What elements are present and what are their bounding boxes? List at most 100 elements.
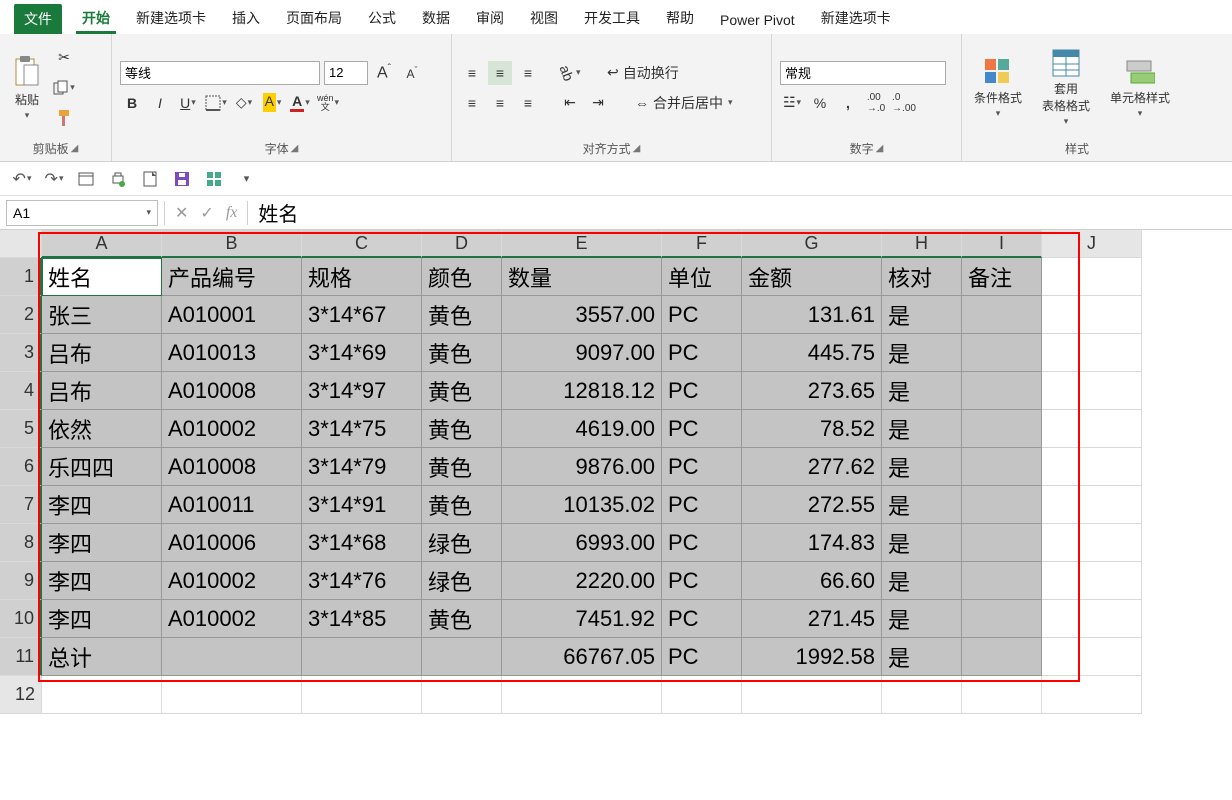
cell[interactable] — [962, 638, 1042, 676]
increase-font-button[interactable]: Aˆ — [372, 61, 396, 85]
cell[interactable]: 产品编号 — [162, 258, 302, 296]
cell[interactable] — [502, 676, 662, 714]
fx-button[interactable]: fx — [226, 204, 238, 222]
align-bottom-button[interactable]: ≡ — [516, 61, 540, 85]
formula-input[interactable]: 姓名 — [248, 198, 1232, 227]
cell[interactable] — [1042, 600, 1142, 638]
cell[interactable]: 12818.12 — [502, 372, 662, 410]
cell[interactable]: 黄色 — [422, 486, 502, 524]
underline-button[interactable]: U▾ — [176, 91, 200, 115]
row-header[interactable]: 2 — [0, 296, 42, 334]
align-center-button[interactable]: ≡ — [488, 91, 512, 115]
cell[interactable] — [1042, 676, 1142, 714]
highlight-button[interactable]: A▾ — [260, 91, 284, 115]
cell[interactable]: 445.75 — [742, 334, 882, 372]
cell[interactable]: 是 — [882, 372, 962, 410]
tab-newtab2[interactable]: 新建选项卡 — [815, 2, 897, 34]
cell[interactable]: 备注 — [962, 258, 1042, 296]
cell[interactable] — [962, 486, 1042, 524]
row-header[interactable]: 7 — [0, 486, 42, 524]
dialog-launcher-icon[interactable]: ◢ — [291, 143, 299, 154]
cell[interactable]: 3*14*76 — [302, 562, 422, 600]
tab-view[interactable]: 视图 — [524, 2, 564, 34]
cell[interactable]: 黄色 — [422, 410, 502, 448]
cell[interactable]: A010002 — [162, 600, 302, 638]
redo-button[interactable]: ↷▾ — [44, 169, 64, 189]
cell[interactable]: 规格 — [302, 258, 422, 296]
cell[interactable]: 9097.00 — [502, 334, 662, 372]
font-color-button[interactable]: A▾ — [288, 91, 312, 115]
dialog-launcher-icon[interactable]: ◢ — [876, 143, 884, 154]
cell[interactable]: 核对 — [882, 258, 962, 296]
tab-layout[interactable]: 页面布局 — [280, 2, 348, 34]
cell-styles-button[interactable]: 单元格样式▾ — [1106, 55, 1174, 121]
cell[interactable]: 3*14*85 — [302, 600, 422, 638]
tab-review[interactable]: 审阅 — [470, 2, 510, 34]
qat-btn-7[interactable] — [204, 169, 224, 189]
cell[interactable]: PC — [662, 296, 742, 334]
qat-btn-3[interactable] — [76, 169, 96, 189]
cell[interactable]: 131.61 — [742, 296, 882, 334]
cell[interactable]: 66767.05 — [502, 638, 662, 676]
cell[interactable] — [962, 562, 1042, 600]
paste-button[interactable]: 粘贴 ▾ — [8, 53, 46, 123]
cell[interactable] — [962, 676, 1042, 714]
col-header-C[interactable]: C — [302, 230, 422, 258]
cell[interactable]: 吕布 — [42, 334, 162, 372]
cell[interactable] — [882, 676, 962, 714]
accounting-format-button[interactable]: ☳▾ — [780, 91, 804, 115]
cell[interactable]: 绿色 — [422, 562, 502, 600]
cell[interactable]: 金额 — [742, 258, 882, 296]
cell[interactable]: 3*14*79 — [302, 448, 422, 486]
cell[interactable] — [1042, 562, 1142, 600]
cell[interactable] — [42, 676, 162, 714]
col-header-E[interactable]: E — [502, 230, 662, 258]
cell[interactable]: A010001 — [162, 296, 302, 334]
cell[interactable] — [742, 676, 882, 714]
border-button[interactable]: ▾ — [204, 91, 228, 115]
fill-color-button[interactable]: ◇▾ — [232, 91, 256, 115]
qat-btn-5[interactable] — [140, 169, 160, 189]
tab-insert[interactable]: 插入 — [226, 2, 266, 34]
cell[interactable]: PC — [662, 600, 742, 638]
cell[interactable]: 3*14*75 — [302, 410, 422, 448]
cell[interactable]: PC — [662, 410, 742, 448]
cell[interactable]: 绿色 — [422, 524, 502, 562]
cell[interactable]: 是 — [882, 334, 962, 372]
cell[interactable]: 78.52 — [742, 410, 882, 448]
cell[interactable] — [1042, 258, 1142, 296]
cell[interactable]: 3*14*67 — [302, 296, 422, 334]
name-box[interactable]: A1▾ — [6, 200, 158, 226]
cell[interactable]: 10135.02 — [502, 486, 662, 524]
dialog-launcher-icon[interactable]: ◢ — [633, 143, 641, 154]
cell[interactable]: A010002 — [162, 410, 302, 448]
cell[interactable]: A010008 — [162, 448, 302, 486]
cell[interactable]: PC — [662, 638, 742, 676]
cell[interactable]: 李四 — [42, 562, 162, 600]
align-left-button[interactable]: ≡ — [460, 91, 484, 115]
cell[interactable]: PC — [662, 334, 742, 372]
cell[interactable]: A010013 — [162, 334, 302, 372]
merge-center-button[interactable]: ⇔合并后居中▾ — [628, 91, 740, 115]
tab-home[interactable]: 开始 — [76, 2, 116, 34]
increase-decimal-button[interactable]: .00→.0 — [864, 91, 888, 115]
cell[interactable] — [962, 600, 1042, 638]
cell[interactable]: 姓名 — [42, 258, 162, 296]
cell[interactable]: 9876.00 — [502, 448, 662, 486]
cell[interactable] — [422, 638, 502, 676]
cell[interactable]: 2220.00 — [502, 562, 662, 600]
cell[interactable]: 黄色 — [422, 448, 502, 486]
tab-formula[interactable]: 公式 — [362, 2, 402, 34]
col-header-B[interactable]: B — [162, 230, 302, 258]
font-name-select[interactable] — [120, 61, 320, 85]
cell[interactable]: PC — [662, 524, 742, 562]
cell[interactable]: 是 — [882, 410, 962, 448]
dialog-launcher-icon[interactable]: ◢ — [71, 143, 79, 154]
wrap-text-button[interactable]: ↩自动换行 — [600, 61, 686, 85]
col-header-A[interactable]: A — [42, 230, 162, 258]
align-middle-button[interactable]: ≡ — [488, 61, 512, 85]
cell[interactable] — [662, 676, 742, 714]
cell[interactable]: 7451.92 — [502, 600, 662, 638]
row-header[interactable]: 6 — [0, 448, 42, 486]
cell[interactable]: 是 — [882, 638, 962, 676]
